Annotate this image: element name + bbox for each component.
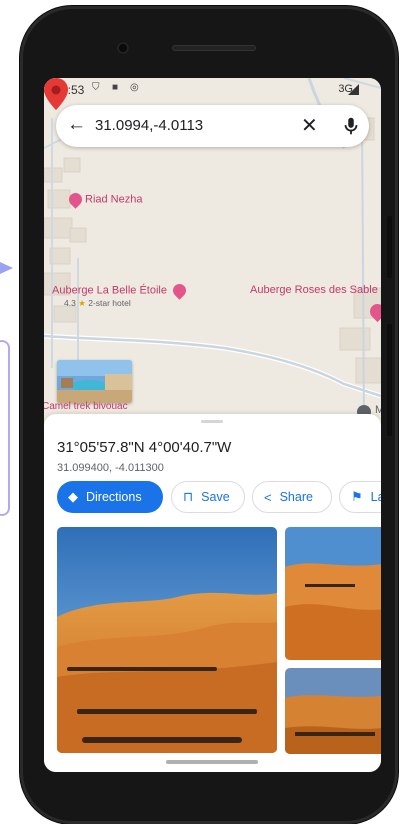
- sheet-drag-handle[interactable]: [201, 420, 223, 423]
- search-bar[interactable]: ← 31.0994,-4.0113 ✕: [56, 105, 369, 147]
- photo-gallery: [57, 527, 381, 754]
- search-input[interactable]: 31.0994,-4.0113: [95, 117, 203, 134]
- poi-riad-nezha[interactable]: Riad Nezha: [66, 190, 143, 209]
- shield-icon: ⛉: [92, 82, 100, 93]
- background-box: [0, 340, 10, 516]
- flag-icon: ⚑: [351, 489, 363, 504]
- place-title: 31°05'57.8"N 4°00'40.7"W: [57, 439, 232, 456]
- poi-label: Auberge Roses des Sable: [250, 284, 378, 296]
- directions-icon: ◆: [68, 489, 78, 504]
- share-button[interactable]: < Share: [252, 481, 332, 513]
- hotel-pin-icon: [66, 190, 85, 209]
- sd-card-icon: ■: [112, 82, 119, 93]
- sync-icon: ◎: [130, 82, 139, 93]
- bookmark-icon: ⊓: [183, 489, 194, 504]
- poi-rating-line: 4.3 ★ 2-star hotel: [64, 298, 131, 308]
- poi-photo-thumbnail[interactable]: [57, 360, 132, 403]
- hotel-pin-icon: [170, 281, 189, 300]
- photo-dunes-1[interactable]: [285, 527, 381, 660]
- directions-button[interactable]: ◆ Directions: [57, 481, 163, 513]
- close-icon[interactable]: ✕: [301, 113, 318, 138]
- photo-dunes-2[interactable]: [285, 668, 381, 754]
- map-label-partial: M: [375, 404, 381, 416]
- home-indicator[interactable]: [166, 760, 258, 764]
- volume-button: [387, 324, 392, 436]
- action-chips: ◆ Directions ⊓ Save < Share ⚑ La: [57, 481, 381, 515]
- background-arrow: [0, 262, 13, 274]
- power-button: [387, 216, 392, 278]
- location-pin-icon[interactable]: [44, 78, 68, 110]
- poi-auberge-la-belle-etoile[interactable]: Auberge La Belle Étoile 4.3 ★ 2-star hot…: [52, 281, 189, 309]
- star-icon: ★: [78, 298, 86, 308]
- phone-screen: 4:53 ⛉ ■ ◎ 3G ← 31.0994,-4.0113 ✕ Riad N…: [44, 78, 381, 772]
- signal-icon: [348, 84, 359, 95]
- poi-auberge-roses-des-sable[interactable]: Auberge Roses des Sable: [250, 284, 378, 296]
- poi-label: Auberge La Belle Étoile: [52, 284, 167, 297]
- back-arrow-icon[interactable]: ←: [67, 114, 86, 136]
- poi-label: Riad Nezha: [85, 193, 143, 206]
- share-icon: <: [264, 489, 272, 505]
- place-coordinates: 31.099400, -4.011300: [57, 462, 164, 474]
- photo-main[interactable]: [57, 527, 277, 753]
- microphone-icon[interactable]: [340, 115, 362, 137]
- save-button[interactable]: ⊓ Save: [171, 481, 245, 513]
- poi-bivouac-label[interactable]: Camel trek bivouac: [44, 401, 128, 412]
- front-camera: [117, 42, 129, 54]
- status-bar: 4:53 ⛉ ■ ◎ 3G: [44, 78, 381, 100]
- map-view[interactable]: 4:53 ⛉ ■ ◎ 3G ← 31.0994,-4.0113 ✕ Riad N…: [44, 78, 381, 423]
- place-bottom-sheet[interactable]: 31°05'57.8"N 4°00'40.7"W 31.099400, -4.0…: [44, 414, 381, 772]
- earpiece-speaker: [172, 45, 256, 51]
- label-button[interactable]: ⚑ La: [339, 481, 381, 513]
